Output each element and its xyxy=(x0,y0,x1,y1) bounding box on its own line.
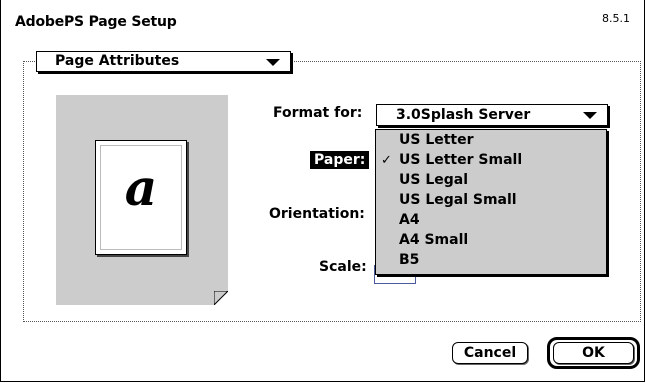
menu-item-us-legal[interactable]: US Legal xyxy=(399,172,468,188)
orientation-label: Orientation: xyxy=(269,206,365,222)
paper-label: Paper: xyxy=(310,151,370,169)
version-label: 8.5.1 xyxy=(602,12,630,25)
chevron-down-icon xyxy=(266,59,280,66)
section-popup-label: Page Attributes xyxy=(55,53,180,69)
paper-sheet-preview: a xyxy=(95,140,187,255)
menu-item-us-legal-small[interactable]: US Legal Small xyxy=(399,192,517,208)
paper-size-menu[interactable]: ✓ US Letter US Letter Small US Legal US … xyxy=(375,129,607,275)
format-for-label: Format for: xyxy=(273,105,363,121)
chevron-down-icon xyxy=(583,112,597,119)
page-preview: a xyxy=(56,95,228,305)
cancel-button[interactable]: Cancel xyxy=(452,342,528,364)
menu-item-a4-small[interactable]: A4 Small xyxy=(399,232,468,248)
menu-item-a4[interactable]: A4 xyxy=(399,212,420,228)
checkmark-icon: ✓ xyxy=(381,153,392,168)
page-setup-dialog: AdobePS Page Setup 8.5.1 Page Attributes… xyxy=(0,0,645,382)
menu-item-us-letter[interactable]: US Letter xyxy=(399,132,474,148)
ok-button[interactable]: OK xyxy=(553,342,634,364)
dialog-title: AdobePS Page Setup xyxy=(15,14,177,30)
menu-item-us-letter-small[interactable]: US Letter Small xyxy=(399,152,522,168)
menu-item-b5[interactable]: B5 xyxy=(399,252,419,268)
format-for-value: 3.0Splash Server xyxy=(396,107,531,123)
preview-letter: a xyxy=(124,158,158,217)
format-for-popup[interactable]: 3.0Splash Server xyxy=(376,104,608,126)
scale-label: Scale: xyxy=(319,259,367,275)
section-popup-menu[interactable]: Page Attributes xyxy=(36,51,291,72)
page-fold-icon xyxy=(214,291,228,305)
